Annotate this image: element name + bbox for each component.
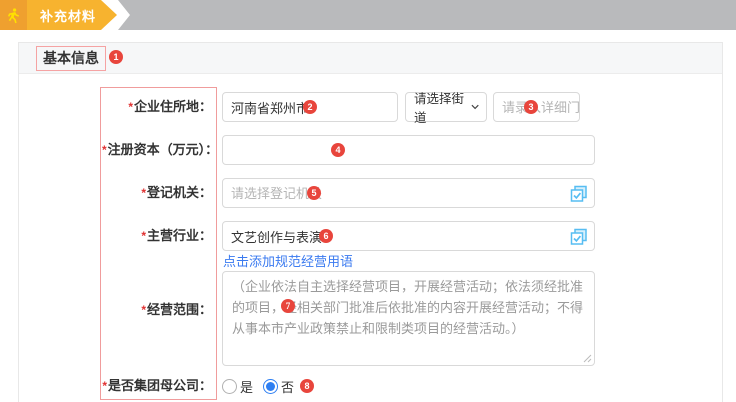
page: 补充材料 基本信息 1 *企业住所地： 2 请选择街道 3 *注册资本（万元）：… (0, 0, 736, 402)
annotation-badge-5: 5 (307, 186, 321, 200)
industry-input-wrap: 6 (222, 221, 595, 251)
street-select[interactable]: 请选择街道 (405, 92, 487, 122)
required-mark: * (141, 186, 146, 200)
industry-label: *主营行业： (102, 221, 212, 251)
runner-icon-box (0, 0, 27, 30)
radio-yes[interactable] (222, 379, 237, 394)
address-input-wrap: 2 (222, 92, 398, 122)
section-title: 基本信息 (36, 46, 106, 71)
resize-handle[interactable] (583, 354, 592, 363)
required-mark: * (141, 229, 146, 243)
section-header: 基本信息 1 (19, 43, 722, 74)
radio-no-label: 否 (281, 377, 294, 396)
required-mark: * (102, 143, 107, 157)
add-standard-wording-link[interactable]: 点击添加规范经营用语 (223, 251, 353, 270)
address-label: *企业住所地： (102, 92, 212, 122)
radio-no[interactable] (263, 379, 278, 394)
required-mark: * (128, 100, 133, 114)
annotation-badge-8: 8 (300, 379, 314, 393)
runner-icon (5, 7, 22, 24)
authority-input-wrap: 5 (222, 178, 595, 208)
annotation-badge-6: 6 (319, 229, 333, 243)
required-mark: * (141, 303, 146, 317)
annotation-badge-1: 1 (109, 50, 123, 64)
breadcrumb-banner: 补充材料 (0, 0, 736, 30)
radio-yes-label: 是 (240, 377, 253, 396)
authority-label: *登记机关： (102, 178, 212, 208)
annotation-badge-4: 4 (331, 143, 345, 157)
picker-check-icon[interactable] (570, 185, 588, 203)
group-company-label: *是否集团母公司： (102, 371, 212, 401)
authority-input[interactable] (223, 179, 594, 207)
street-select-value: 请选择街道 (414, 88, 471, 126)
breadcrumb-next-step (104, 0, 736, 30)
capital-label: *注册资本（万元）： (102, 135, 212, 165)
industry-input[interactable] (223, 222, 594, 250)
group-company-radio-group: 是 否 8 (222, 376, 314, 396)
annotation-badge-3: 3 (524, 100, 538, 114)
required-mark: * (102, 379, 107, 393)
capital-input[interactable] (223, 136, 594, 164)
chevron-down-icon (471, 104, 479, 110)
breadcrumb-step-label: 补充材料 (40, 6, 96, 25)
annotation-badge-7: 7 (281, 299, 295, 313)
annotation-badge-2: 2 (303, 100, 317, 114)
picker-check-icon[interactable] (570, 228, 588, 246)
breadcrumb-step-current[interactable]: 补充材料 (27, 0, 117, 30)
capital-input-wrap: 4 (222, 135, 595, 165)
door-number-input-wrap: 3 (493, 92, 580, 122)
scope-label: *经营范围： (102, 295, 212, 325)
scope-textarea[interactable]: （企业依法自主选择经营项目，开展经营活动；依法须经批准的项目，经相关部门批准后依… (222, 271, 595, 366)
